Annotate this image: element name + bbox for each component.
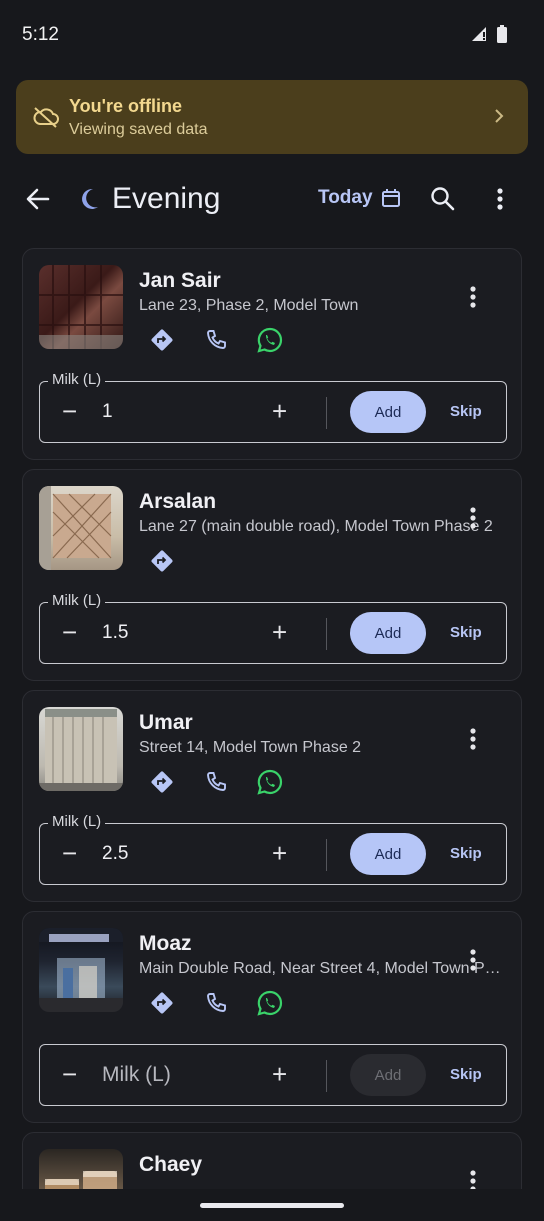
customer-name: Arsalan	[139, 490, 217, 513]
increment-button[interactable]: +	[272, 398, 287, 424]
offline-subtitle: Viewing saved data	[69, 121, 208, 138]
call-button[interactable]	[203, 769, 229, 795]
add-button[interactable]: Add	[350, 391, 426, 433]
divider	[326, 839, 327, 871]
offline-banner[interactable]	[16, 80, 528, 154]
back-arrow-icon[interactable]	[24, 185, 52, 213]
more-vert-icon[interactable]	[496, 187, 504, 211]
call-button[interactable]	[203, 990, 229, 1016]
skip-button[interactable]: Skip	[450, 1066, 482, 1083]
directions-button[interactable]	[149, 548, 175, 574]
add-button[interactable]: Add	[350, 1054, 426, 1096]
customer-card[interactable]: Umar Street 14, Model Town Phase 2 Milk …	[22, 690, 522, 902]
customer-address: Lane 23, Phase 2, Model Town	[139, 297, 359, 314]
customer-name: Chaey	[139, 1153, 203, 1176]
battery-icon	[497, 25, 507, 43]
directions-icon	[151, 771, 173, 793]
directions-icon	[151, 550, 173, 572]
offline-title: You're offline	[69, 96, 182, 116]
call-button[interactable]	[203, 327, 229, 353]
quantity-placeholder[interactable]: Milk (L)	[102, 1063, 171, 1087]
customer-card[interactable]: Arsalan Lane 27 (main double road), Mode…	[22, 469, 522, 681]
decrement-button[interactable]: −	[62, 840, 77, 866]
quantity-label: Milk (L)	[48, 813, 106, 830]
quantity-label: Milk (L)	[48, 592, 106, 609]
customer-address: Street 14, Model Town Phase 2	[139, 739, 362, 756]
phone-icon	[207, 993, 226, 1012]
customer-photo	[39, 265, 123, 349]
directions-button[interactable]	[149, 327, 175, 353]
phone-icon	[207, 330, 226, 349]
whatsapp-button[interactable]	[257, 327, 283, 353]
home-handle[interactable]	[200, 1203, 344, 1208]
customer-name: Umar	[139, 711, 193, 734]
status-time: 5:12	[22, 24, 59, 45]
skip-button[interactable]: Skip	[450, 845, 482, 862]
quantity-value[interactable]: 1.5	[102, 622, 128, 644]
quantity-value[interactable]: 1	[102, 401, 113, 423]
directions-button[interactable]	[149, 769, 175, 795]
decrement-button[interactable]: −	[62, 1061, 77, 1087]
whatsapp-icon	[257, 769, 283, 795]
quantity-stepper[interactable]: Milk (L) − 1 + Add Skip	[39, 371, 507, 443]
decrement-button[interactable]: −	[62, 398, 77, 424]
whatsapp-icon	[257, 990, 283, 1016]
whatsapp-icon	[257, 327, 283, 353]
moon-icon	[82, 188, 98, 209]
phone-icon	[207, 772, 226, 791]
customer-name: Moaz	[139, 932, 192, 955]
customer-actions	[149, 327, 283, 353]
status-icons	[470, 25, 508, 43]
more-vert-icon[interactable]	[469, 506, 477, 530]
quantity-stepper[interactable]: − Milk (L) + Add Skip	[39, 1044, 507, 1106]
whatsapp-button[interactable]	[257, 990, 283, 1016]
increment-button[interactable]: +	[272, 619, 287, 645]
quantity-value[interactable]: 2.5	[102, 843, 128, 865]
customer-address: Lane 27 (main double road), Model Town P…	[139, 518, 493, 535]
divider	[326, 397, 327, 429]
customer-photo	[39, 707, 123, 791]
customer-actions	[149, 769, 283, 795]
skip-button[interactable]: Skip	[450, 403, 482, 420]
customer-address: Main Double Road, Near Street 4, Model T…	[139, 960, 503, 977]
customer-name: Jan Sair	[139, 269, 221, 292]
customer-card[interactable]: Jan Sair Lane 23, Phase 2, Model Town Mi…	[22, 248, 522, 460]
more-vert-icon[interactable]	[469, 727, 477, 751]
divider	[326, 618, 327, 650]
customer-photo	[39, 486, 123, 570]
directions-icon	[151, 329, 173, 351]
today-button[interactable]: Today	[318, 187, 401, 209]
search-icon[interactable]	[430, 186, 456, 212]
skip-button[interactable]: Skip	[450, 624, 482, 641]
more-vert-icon[interactable]	[469, 948, 477, 972]
today-label: Today	[318, 187, 373, 208]
page-title: Evening	[112, 182, 221, 215]
quantity-label: Milk (L)	[48, 371, 106, 388]
quantity-stepper[interactable]: Milk (L) − 2.5 + Add Skip	[39, 813, 507, 885]
customer-actions	[149, 990, 283, 1016]
add-button[interactable]: Add	[350, 612, 426, 654]
customer-photo	[39, 928, 123, 1012]
chevron-right-icon	[495, 109, 504, 123]
quantity-stepper[interactable]: Milk (L) − 1.5 + Add Skip	[39, 592, 507, 664]
add-button[interactable]: Add	[350, 833, 426, 875]
directions-icon	[151, 992, 173, 1014]
increment-button[interactable]: +	[272, 840, 287, 866]
signal-icon	[472, 27, 486, 41]
calendar-icon	[381, 189, 400, 207]
decrement-button[interactable]: −	[62, 619, 77, 645]
whatsapp-button[interactable]	[257, 769, 283, 795]
customer-card[interactable]: Moaz Main Double Road, Near Street 4, Mo…	[22, 911, 522, 1123]
status-bar: 5:12	[0, 0, 544, 70]
cloud-off-icon	[33, 107, 59, 128]
divider	[326, 1060, 327, 1092]
customer-actions	[149, 548, 175, 574]
increment-button[interactable]: +	[272, 1061, 287, 1087]
directions-button[interactable]	[149, 990, 175, 1016]
more-vert-icon[interactable]	[469, 285, 477, 309]
